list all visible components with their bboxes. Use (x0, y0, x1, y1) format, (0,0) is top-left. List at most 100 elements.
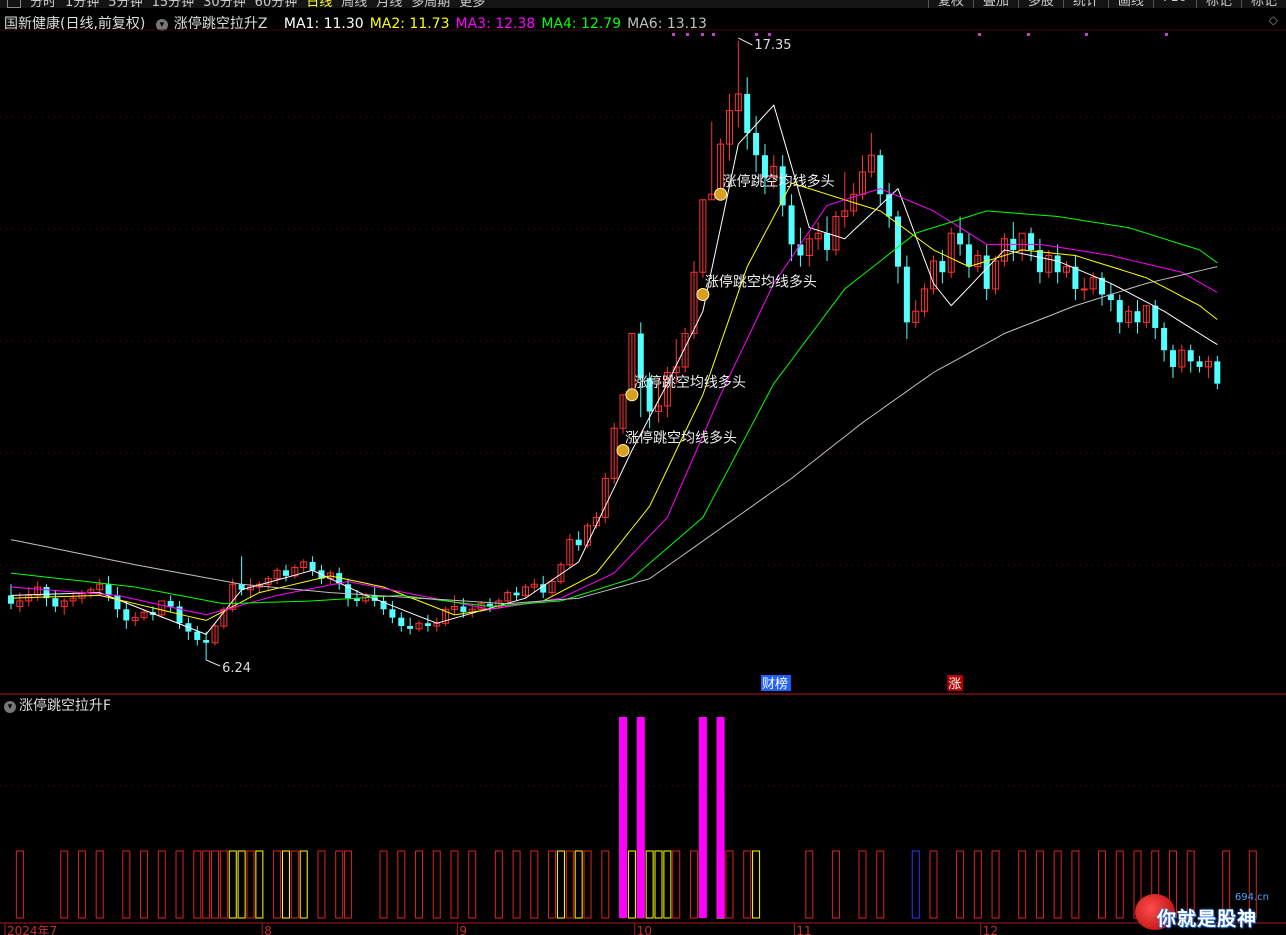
top-marker (1165, 33, 1168, 36)
candle-up (1080, 288, 1088, 291)
candle-down (167, 600, 174, 607)
sub-bar-yellow (299, 850, 308, 919)
x-axis-label: 8 (264, 924, 272, 935)
x-axis-label: 9 (459, 924, 467, 935)
top-marker (712, 33, 715, 36)
sub-bar-red (122, 850, 131, 919)
candle-down (1187, 350, 1194, 362)
sub-bar-red (175, 850, 184, 919)
candle-down (282, 570, 289, 576)
sub-bar-red (601, 850, 610, 919)
candle-down (903, 266, 910, 323)
sub-bar-red (193, 850, 202, 919)
candle-down (114, 595, 121, 610)
candle-down (939, 261, 946, 273)
candle-down (965, 244, 972, 267)
candle-down (788, 205, 795, 245)
candle-down (637, 333, 644, 379)
candle-down (540, 584, 547, 593)
sub-bar-red (450, 850, 459, 919)
sub-bar-yellow (556, 850, 565, 919)
candle-down (824, 233, 831, 250)
sub-bar-yellow (281, 850, 290, 919)
sub-bar-red (157, 850, 166, 919)
candle-down (1036, 249, 1043, 273)
sub-bar-yellow (237, 850, 246, 919)
candle-down (1054, 255, 1061, 273)
sub-bar-red (468, 850, 477, 919)
high-price-label: 17.35 (754, 38, 791, 53)
sub-bar-magenta (619, 717, 628, 918)
sub-bar-red (77, 850, 86, 919)
x-axis-label: 10 (637, 924, 652, 935)
sub-bar-red (317, 850, 326, 919)
top-marker (978, 33, 981, 36)
signal-label: 涨停跳空均线多头 (634, 374, 746, 391)
candle-down (8, 595, 14, 604)
candle-down (105, 584, 112, 596)
candlestick-chart[interactable]: 17.356.24涨停跳空均线多头涨停跳空均线多头涨停跳空均线多头涨停跳空均线多… (0, 0, 1286, 935)
candle-down (1196, 361, 1203, 367)
candle-down (1169, 350, 1176, 367)
candle-down (398, 617, 405, 627)
sub-bar-red (858, 850, 867, 919)
top-marker (768, 33, 771, 36)
candle-down (744, 93, 751, 133)
sub-bar-red (689, 850, 698, 919)
sub-bar-red (973, 850, 982, 919)
sub-bar-red (202, 850, 211, 919)
x-axis-label: 11 (796, 924, 811, 935)
event-tag-label: 涨 (948, 677, 961, 692)
sub-bar-red (246, 850, 255, 919)
candle-down (575, 539, 582, 546)
candle-down (957, 233, 964, 245)
sub-bar-yellow (574, 850, 583, 919)
sub-bar-magenta (636, 717, 645, 918)
sub-bar-red (548, 850, 557, 919)
sub-bar-red (415, 850, 424, 919)
top-marker (672, 33, 675, 36)
candle-down (460, 606, 467, 613)
candle-down (407, 626, 414, 629)
sub-bar-red (379, 850, 388, 919)
candle-down (1028, 233, 1035, 250)
candle-down (1134, 311, 1141, 323)
candle-down (797, 244, 804, 256)
candle-down (1072, 266, 1079, 289)
sub-bar-red (743, 850, 752, 919)
sub-bar-red (211, 850, 220, 919)
sub-bar-red (1053, 850, 1062, 919)
sub-bar-yellow (228, 850, 237, 919)
sub-bar-yellow (627, 850, 636, 919)
sub-bar-red (140, 850, 149, 919)
sub-bar-blue (911, 850, 920, 919)
top-marker (701, 33, 704, 36)
candle-down (123, 609, 130, 621)
candle-down (389, 609, 396, 618)
sub-bar-red (530, 850, 539, 919)
candle-down (194, 631, 201, 640)
ma-line-MA2 (10, 182, 1218, 621)
candle-down (309, 561, 316, 571)
ma-line-MA4 (10, 210, 1218, 608)
event-tag-label: 财榜 (762, 676, 788, 692)
top-marker (1027, 33, 1030, 36)
sub-bar-red (956, 850, 965, 919)
sub-bar-yellow (663, 850, 672, 919)
sub-bar-red (1035, 850, 1044, 919)
sub-bar-red (512, 850, 521, 919)
sub-bar-red (15, 850, 24, 919)
sub-bar-red (1098, 850, 1107, 919)
x-axis-label: 2024年7 (7, 924, 57, 935)
signal-label: 涨停跳空均线多头 (705, 274, 817, 291)
signal-label: 涨停跳空均线多头 (723, 173, 835, 190)
sub-bar-red (60, 850, 69, 919)
watermark-text: 你就是股神 (1157, 908, 1258, 930)
top-marker (686, 33, 689, 36)
sub-bar-red (831, 850, 840, 919)
sub-bar-red (335, 850, 344, 919)
sub-bar-red (1071, 850, 1080, 919)
x-axis-label: 12 (983, 924, 998, 935)
low-price-label: 6.24 (222, 661, 251, 676)
sub-bar-red (583, 850, 592, 919)
